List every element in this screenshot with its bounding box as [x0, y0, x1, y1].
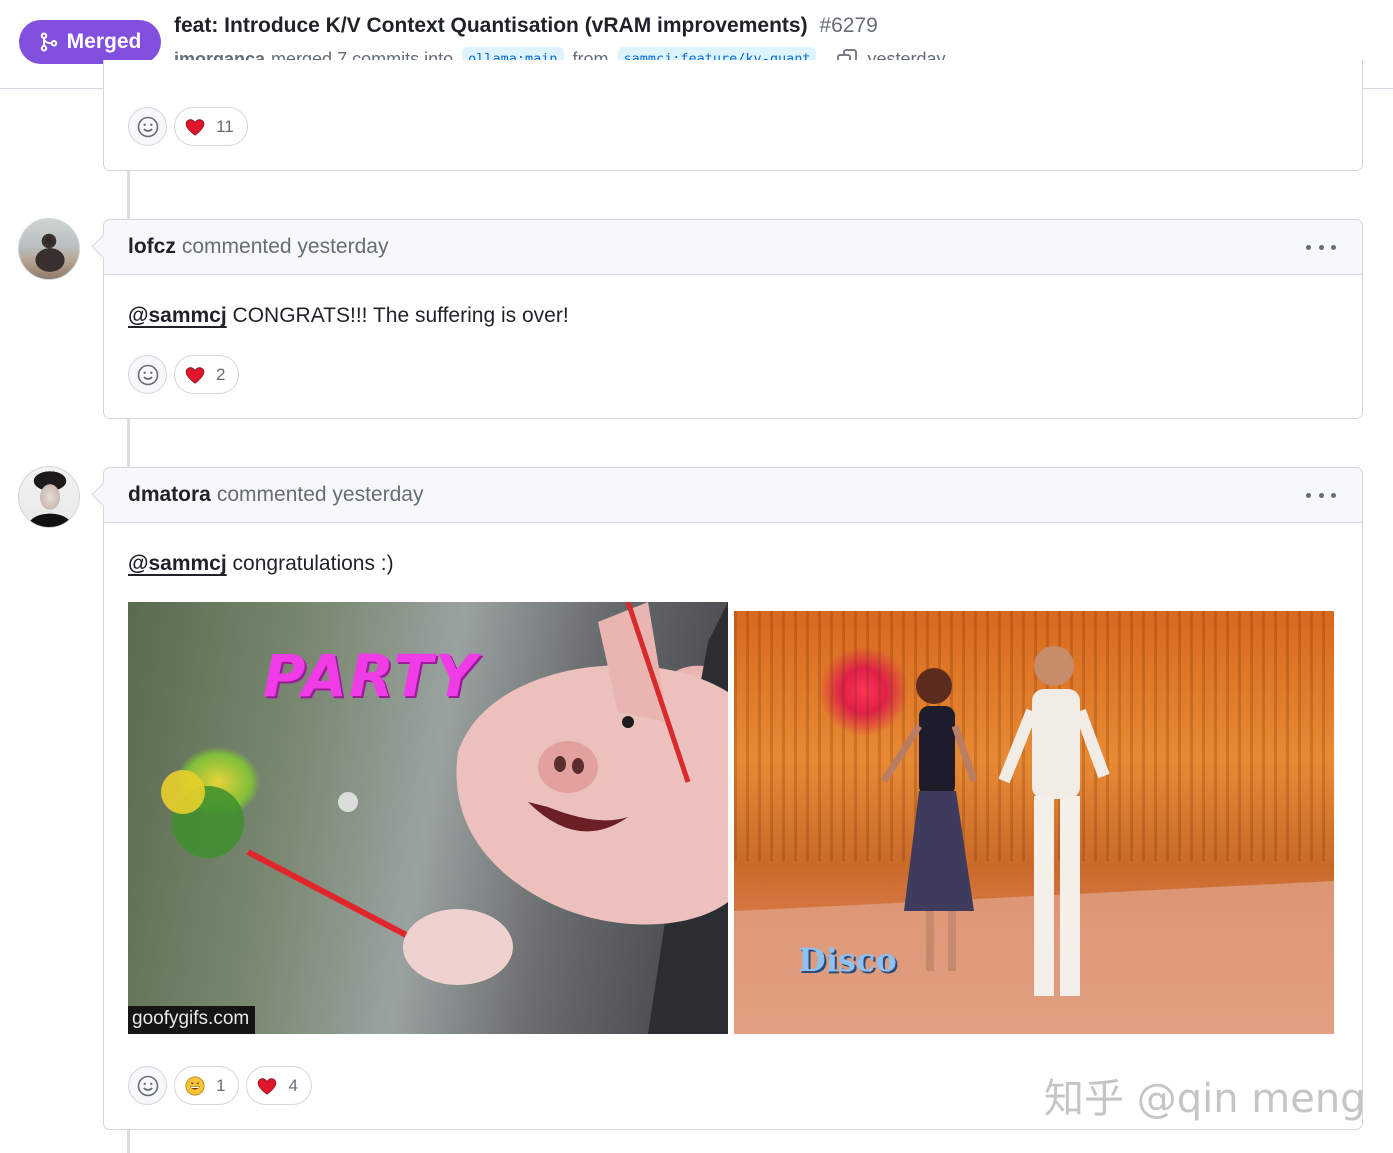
zhihu-watermark: 知乎 @qin meng	[1044, 1076, 1366, 1122]
add-reaction-button[interactable]	[128, 107, 167, 146]
reactions-bar: 11	[104, 107, 248, 146]
pr-title-line: feat: Introduce K/V Context Quantisation…	[174, 14, 878, 38]
comment-timestamp[interactable]: commented yesterday	[182, 235, 389, 259]
user-mention[interactable]: @sammcj	[128, 552, 227, 575]
dmatora-avatar[interactable]	[18, 466, 80, 528]
comment-text: CONGRATS!!! The suffering is over!	[226, 304, 569, 327]
comment-options-button[interactable]	[1306, 234, 1336, 260]
comment-lofcz: lofcz commented yesterday @sammcj CONGRA…	[103, 219, 1363, 419]
lofcz-avatar[interactable]	[18, 218, 80, 280]
comment-header: dmatora commented yesterday	[104, 468, 1362, 523]
merged-status-label: Merged	[66, 30, 142, 53]
party-pig-gif[interactable]: PARTY goofygifs.com	[128, 602, 728, 1034]
comment-options-button[interactable]	[1306, 482, 1336, 508]
comment-body: @sammcj CONGRATS!!! The suffering is ove…	[104, 275, 1362, 331]
timeline-connector	[127, 1130, 130, 1153]
pr-title[interactable]: feat: Introduce K/V Context Quantisation…	[174, 14, 808, 37]
disco-dance-gif[interactable]: Disco	[734, 611, 1334, 1034]
reaction-heart[interactable]: 2	[174, 355, 240, 394]
comment-body: @sammcj congratulations :)	[104, 523, 1362, 579]
heart-icon	[258, 1077, 277, 1095]
reaction-heart[interactable]: 11	[174, 107, 248, 146]
previous-comment-box: 11	[103, 60, 1363, 171]
add-reaction-button[interactable]	[128, 355, 167, 394]
gif-credit-label: goofygifs.com	[128, 1006, 256, 1034]
party-caption: PARTY	[263, 642, 479, 710]
disco-caption: Disco	[798, 941, 897, 979]
reactions-bar: 1 4	[104, 1066, 312, 1105]
reaction-count: 11	[216, 116, 234, 136]
timeline-connector	[127, 418, 130, 467]
reaction-count: 4	[288, 1075, 298, 1095]
timeline-connector	[127, 170, 130, 219]
user-mention[interactable]: @sammcj	[128, 304, 227, 327]
grinning-face-icon	[185, 1075, 205, 1096]
comment-text: congratulations :)	[226, 552, 394, 575]
reactions-bar: 2	[104, 355, 240, 394]
smiley-icon	[137, 364, 158, 385]
comment-header: lofcz commented yesterday	[104, 220, 1362, 275]
comment-author[interactable]: lofcz	[128, 235, 176, 259]
comment-dmatora: dmatora commented yesterday @sammcj cong…	[103, 467, 1363, 1130]
heart-icon	[185, 366, 205, 384]
git-merge-icon	[40, 32, 57, 52]
smiley-icon	[137, 116, 158, 137]
heart-icon	[185, 118, 205, 136]
smiley-icon	[137, 1075, 158, 1096]
reaction-grinning[interactable]: 1	[174, 1066, 240, 1105]
pr-number: #6279	[819, 14, 878, 37]
merged-status-badge: Merged	[19, 20, 161, 64]
reaction-heart[interactable]: 4	[246, 1066, 312, 1105]
add-reaction-button[interactable]	[128, 1066, 167, 1105]
comment-author[interactable]: dmatora	[128, 483, 211, 507]
reaction-count: 1	[216, 1075, 226, 1095]
comment-timestamp[interactable]: commented yesterday	[217, 483, 424, 507]
reaction-count: 2	[216, 364, 226, 384]
